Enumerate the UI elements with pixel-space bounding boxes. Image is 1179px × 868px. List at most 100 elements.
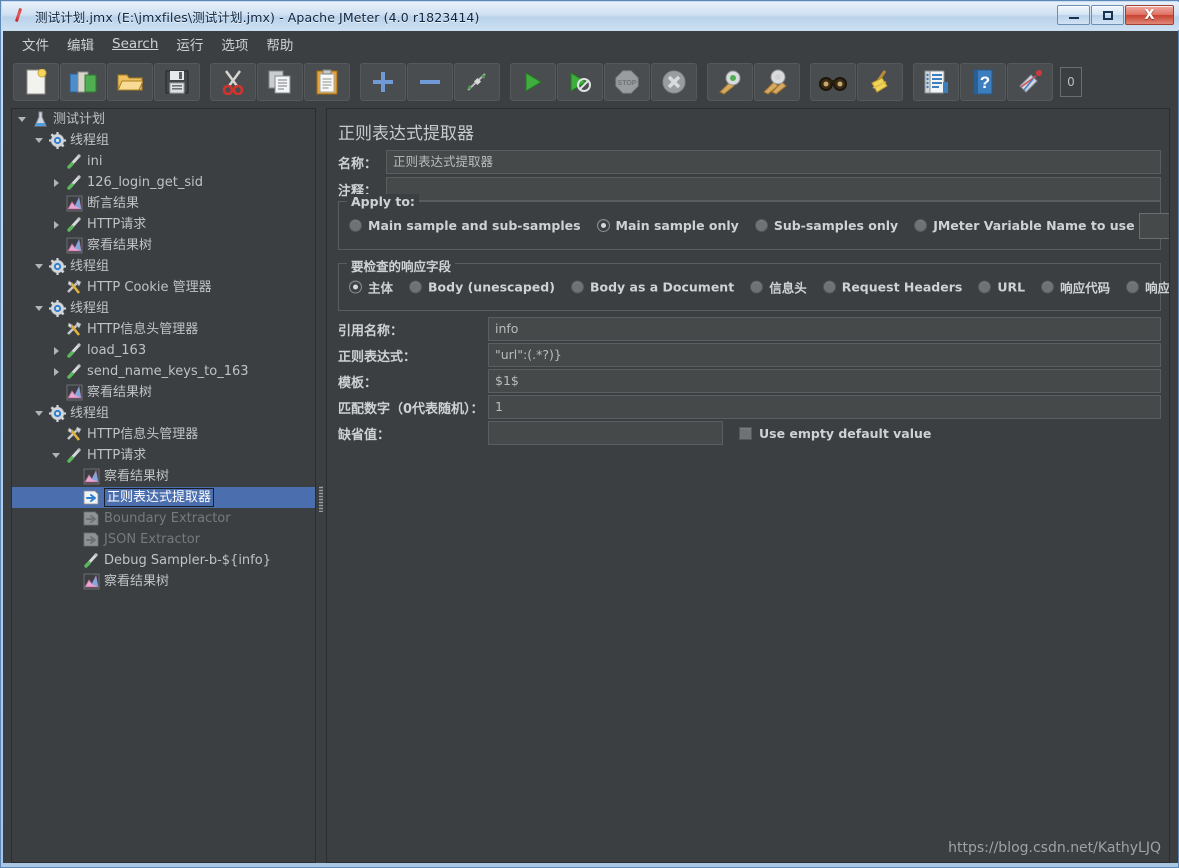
start-icon[interactable] [510,63,556,101]
radio-body-unescaped[interactable]: Body (unescaped) [409,280,555,295]
reference-name-input[interactable]: info [488,317,1161,341]
tree-node[interactable]: 察看结果树 [12,382,315,403]
radio-dot-icon [978,280,992,294]
radio-response-code[interactable]: 响应代码 [1041,278,1110,297]
tree-collapse-icon[interactable] [31,130,47,151]
help-icon[interactable]: ? [960,63,1006,101]
radio-dot-icon [596,219,610,232]
tree-node[interactable]: 线程组 [12,130,315,151]
tree-node[interactable]: 察看结果树 [12,235,315,256]
thread-group-icon [47,404,67,424]
menu-search[interactable]: Search [103,34,167,54]
tree-node[interactable]: Debug Sampler-b-${info} [12,550,315,571]
close-button[interactable]: X [1125,5,1174,25]
radio-url[interactable]: URL [978,280,1025,295]
menu-run[interactable]: 运行 [167,32,212,56]
tree-node[interactable]: JSON Extractor [12,529,315,550]
paste-icon[interactable] [304,63,350,101]
collapse-all-icon[interactable] [407,63,453,101]
radio-response-message[interactable]: 响应信息 [1126,278,1169,297]
open-icon[interactable] [107,63,153,101]
tree-node[interactable]: 线程组 [12,403,315,424]
minimize-button[interactable] [1057,5,1090,25]
tree-expand-icon[interactable] [48,172,64,193]
tree-node[interactable]: load_163 [12,340,315,361]
radio-sub-only[interactable]: Sub-samples only [754,218,898,233]
jmeter-variable-input[interactable] [1138,212,1169,239]
copy-icon[interactable] [257,63,303,101]
reference-name-row: 引用名称： info [338,317,1161,341]
tree-node[interactable]: 断言结果 [12,193,315,214]
sampler-icon [64,341,84,361]
tree-node[interactable]: HTTP请求 [12,445,315,466]
new-icon[interactable] [13,63,59,101]
menu-edit[interactable]: 编辑 [58,32,103,56]
toggle-icon[interactable] [454,63,500,101]
cut-icon[interactable] [210,63,256,101]
tree-node[interactable]: 测试计划 [12,109,315,130]
radio-dot-icon [754,219,768,232]
maximize-button[interactable] [1091,5,1124,25]
clear-all-icon[interactable] [754,63,800,101]
radio-body[interactable]: 主体 [349,278,393,297]
name-input[interactable]: 正则表达式提取器 [386,150,1161,174]
tree-expand-icon[interactable] [48,340,64,361]
tree-collapse-icon[interactable] [31,298,47,319]
regex-input[interactable]: "url":(.*?)} [488,343,1161,367]
tree-node[interactable]: 正则表达式提取器 [12,487,315,508]
checkbox-icon [739,426,752,440]
match-number-input[interactable]: 1 [488,395,1161,419]
config-icon [64,320,84,340]
tree-expand-icon[interactable] [48,361,64,382]
radio-request-headers[interactable]: Request Headers [822,280,962,295]
function-helper-icon[interactable] [913,63,959,101]
split-divider[interactable] [316,108,326,863]
default-value-input[interactable] [488,421,723,445]
search-icon[interactable] [810,63,856,101]
templates-icon[interactable] [60,63,106,101]
tree-collapse-icon[interactable] [14,109,30,130]
tree-node[interactable]: Boundary Extractor [12,508,315,529]
tree-node[interactable]: send_name_keys_to_163 [12,361,315,382]
expand-all-icon[interactable] [360,63,406,101]
comment-input[interactable] [386,177,1161,201]
tree-node[interactable]: HTTP Cookie 管理器 [12,277,315,298]
tree-node[interactable]: ini [12,151,315,172]
undo-icon[interactable] [1007,63,1053,101]
shutdown-icon [651,63,697,101]
tree-node-label: send_name_keys_to_163 [87,364,249,379]
listener-icon [64,383,84,403]
tree-node[interactable]: 126_login_get_sid [12,172,315,193]
tree-node[interactable]: 察看结果树 [12,466,315,487]
radio-headers[interactable]: 信息头 [750,278,807,297]
save-icon[interactable] [154,63,200,101]
tree-node[interactable]: 线程组 [12,298,315,319]
tree-collapse-icon[interactable] [48,445,64,466]
tree-collapse-icon[interactable] [31,403,47,424]
clear-icon[interactable] [707,63,753,101]
tree-node[interactable]: HTTP信息头管理器 [12,319,315,340]
tree-collapse-icon[interactable] [31,256,47,277]
tree-node[interactable]: HTTP请求 [12,214,315,235]
menu-help[interactable]: 帮助 [257,32,302,56]
radio-main-only[interactable]: Main sample only [596,218,739,233]
radio-jmeter-variable[interactable]: JMeter Variable Name to use [914,218,1135,233]
reset-search-icon[interactable] [857,63,903,101]
tree-node[interactable]: HTTP信息头管理器 [12,424,315,445]
start-no-pauses-icon[interactable] [557,63,603,101]
radio-body-as-document[interactable]: Body as a Document [570,280,734,295]
use-empty-default-checkbox[interactable]: Use empty default value [739,426,931,441]
tree-expand-icon[interactable] [48,214,64,235]
menu-file[interactable]: 文件 [13,32,58,56]
listener-icon [81,572,101,592]
response-field-group: 要检查的响应字段 主体 Body (unescaped) Body as a D… [338,256,1169,311]
menu-options[interactable]: 选项 [212,32,257,56]
radio-main-and-sub[interactable]: Main sample and sub-samples [349,218,581,233]
test-plan-tree[interactable]: 测试计划 线程组 ini 126_login_get_sid 断言结果 HTTP请求 察看结… [11,108,316,863]
tree-node[interactable]: 线程组 [12,256,315,277]
sampler-icon [64,215,84,235]
tree-node[interactable]: 察看结果树 [12,571,315,592]
template-input[interactable]: $1$ [488,369,1161,393]
